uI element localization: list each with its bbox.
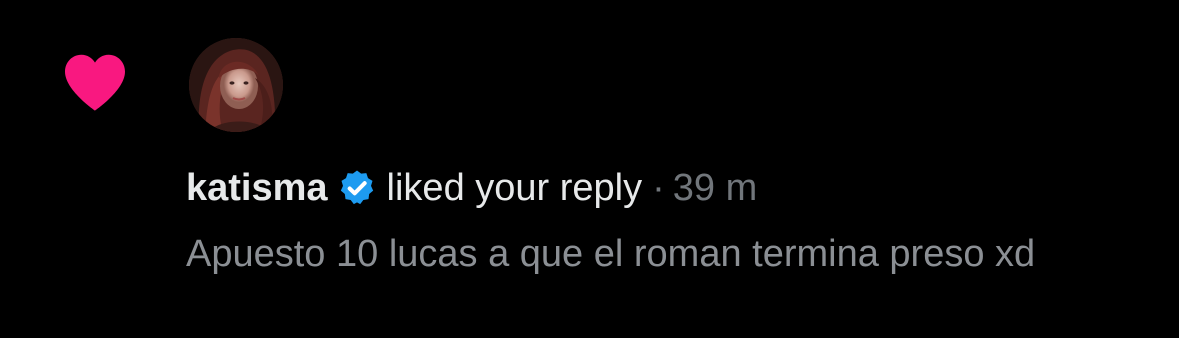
like-notification[interactable]: katisma liked your reply · 39 m Apuesto … [0,0,1179,338]
timestamp: 39 m [672,166,758,209]
notification-header: katisma liked your reply · 39 m [186,160,757,216]
action-text: liked your reply [386,166,643,209]
verified-badge-icon [340,170,373,205]
heart-icon [65,54,125,111]
avatar[interactable] [189,38,283,132]
reply-preview-text: Apuesto 10 lucas a que el roman termina … [186,233,1036,275]
avatar-photo [189,38,283,132]
separator-dot: · [652,166,665,209]
username-link[interactable]: katisma [186,167,328,210]
